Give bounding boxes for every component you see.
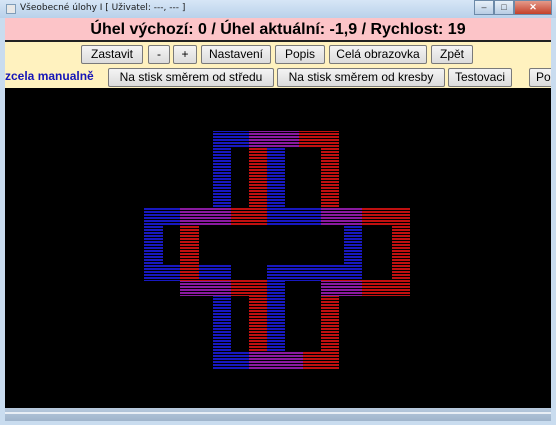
overlap-right-top: [321, 208, 362, 225]
mode-cutoff-button[interactable]: Po: [529, 68, 551, 87]
fullscreen-button[interactable]: Celá obrazovka: [329, 45, 427, 64]
minimize-button[interactable]: –: [474, 0, 494, 15]
overlap-left-bottom: [180, 281, 231, 296]
toolbar: Zastavit - + Nastavení Popis Celá obrazo…: [5, 42, 551, 66]
cross-drawing: [144, 131, 410, 370]
footer-divider: [5, 412, 551, 414]
overlap-left-top: [180, 208, 231, 225]
status-text: Úhel výchozí: 0 / Úhel aktuální: -1,9 / …: [90, 21, 466, 38]
close-button[interactable]: ✕: [514, 0, 552, 15]
settings-button[interactable]: Nastavení: [201, 45, 271, 64]
maximize-button[interactable]: □: [494, 0, 514, 15]
mode-test-button[interactable]: Testovaci: [448, 68, 512, 87]
window-title: Všeobecné úlohy I [ Uživatel: ---, --- ]: [20, 3, 186, 13]
window-controls: – □ ✕: [474, 0, 552, 15]
drawing-canvas[interactable]: [5, 88, 551, 408]
active-mode-label[interactable]: zcela manualně: [5, 69, 94, 83]
mode-from-center-button[interactable]: Na stisk směrem od středu: [108, 68, 274, 87]
app-icon: [6, 4, 16, 14]
overlap-top: [249, 131, 299, 148]
back-button[interactable]: Zpět: [431, 45, 473, 64]
mode-from-drawing-button[interactable]: Na stisk směrem od kresby: [277, 68, 445, 87]
description-button[interactable]: Popis: [275, 45, 325, 64]
overlap-bottom: [249, 352, 303, 370]
overlap-right-bottom: [321, 281, 362, 296]
stop-button[interactable]: Zastavit: [81, 45, 143, 64]
increase-button[interactable]: +: [173, 45, 197, 64]
window-footer: [5, 408, 551, 421]
mode-bar: zcela manualně Na stisk směrem od středu…: [5, 66, 551, 88]
window-titlebar: Všeobecné úlohy I [ Uživatel: ---, --- ]…: [0, 0, 556, 18]
decrease-button[interactable]: -: [148, 45, 170, 64]
status-header: Úhel výchozí: 0 / Úhel aktuální: -1,9 / …: [5, 18, 551, 42]
